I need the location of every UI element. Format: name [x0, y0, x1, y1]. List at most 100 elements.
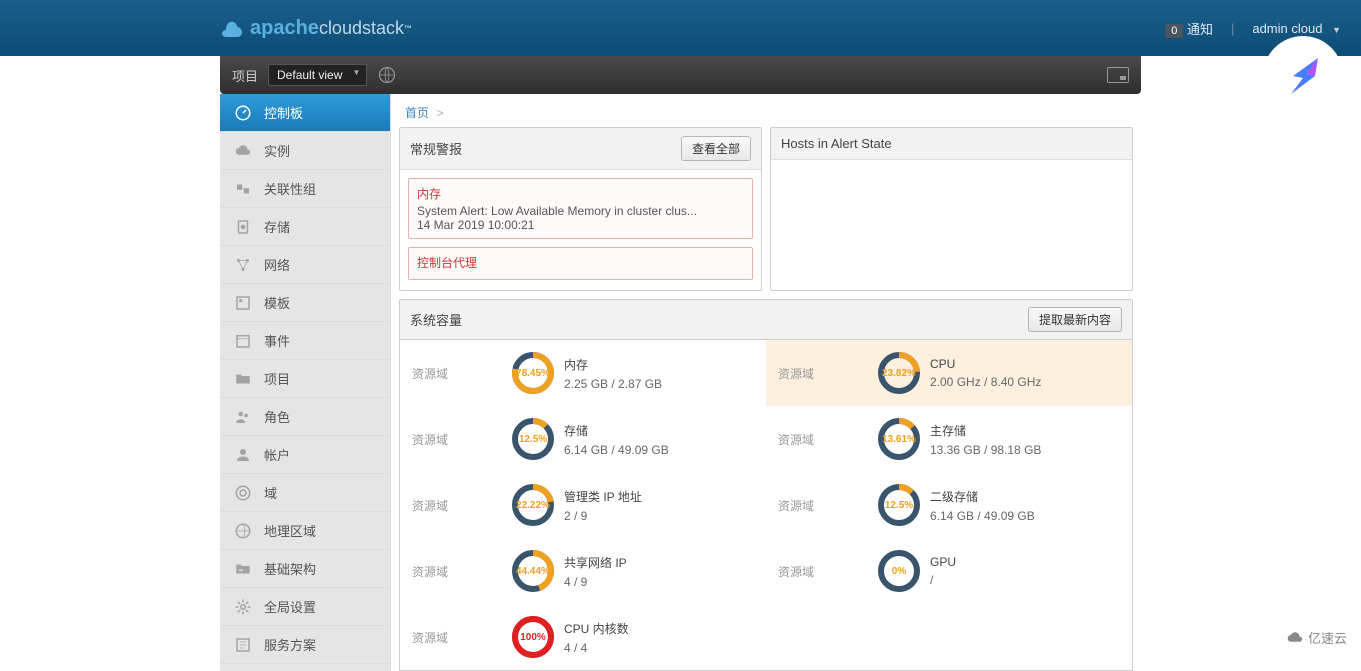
sidebar-item-label: 模板 [264, 293, 290, 312]
capacity-cell[interactable]: 资源域 23.82% CPU 2.00 GHz / 8.40 GHz [766, 340, 1132, 406]
zone-label: 资源域 [412, 497, 502, 514]
capacity-name: 共享网络 IP [564, 554, 627, 571]
capacity-name: 二级存储 [930, 488, 1035, 505]
sidebar-item-globe[interactable]: 地理区域 [220, 512, 390, 550]
capacity-cell[interactable]: 资源域 12.5% 存储 6.14 GB / 49.09 GB [400, 406, 766, 472]
alert-item[interactable]: 控制台代理 [408, 247, 753, 280]
zone-label: 资源域 [412, 431, 502, 448]
refresh-globe-icon[interactable] [377, 65, 397, 85]
notification-label: 通知 [1187, 22, 1213, 37]
donut-pct: 0% [876, 548, 922, 594]
sidebar-item-folder[interactable]: 项目 [220, 360, 390, 398]
donut-chart: 0% [876, 548, 922, 594]
alert-title: 控制台代理 [417, 254, 744, 271]
sidebar-item-server[interactable]: 基础架构 [220, 550, 390, 588]
capacity-name: 存储 [564, 422, 669, 439]
cloud-feather-icon [220, 16, 244, 40]
cloud-icon [234, 142, 252, 160]
capacity-cell[interactable]: 资源域 100% CPU 内核数 4 / 4 [400, 604, 766, 670]
top-panels: 常规警报 查看全部 内存System Alert: Low Available … [391, 127, 1141, 291]
sidebar-item-dashboard[interactable]: 控制板 [220, 94, 390, 132]
notification-button[interactable]: 0 通知 [1165, 19, 1213, 38]
alerts-title: 常规警报 [410, 139, 462, 158]
capacity-value: 13.36 GB / 98.18 GB [930, 443, 1041, 457]
capacity-value: 2.25 GB / 2.87 GB [564, 377, 662, 391]
capacity-cell[interactable]: 资源域 12.5% 二级存储 6.14 GB / 49.09 GB [766, 472, 1132, 538]
donut-chart: 23.82% [876, 350, 922, 396]
offering-icon [234, 636, 252, 654]
sidebar-item-label: 地理区域 [264, 521, 316, 540]
capacity-value: 4 / 9 [564, 575, 627, 589]
capacity-title: 系统容量 [410, 310, 462, 329]
sidebar-item-users[interactable]: 角色 [220, 398, 390, 436]
sidebar-item-group[interactable]: 关联性组 [220, 170, 390, 208]
template-icon [234, 294, 252, 312]
donut-chart: 44.44% [510, 548, 556, 594]
chevron-down-icon: ▼ [1332, 25, 1341, 35]
sidebar-item-disk[interactable]: 存储 [220, 208, 390, 246]
project-select[interactable]: Default view [268, 64, 367, 86]
donut-pct: 78.45% [510, 350, 556, 396]
sidebar-item-label: 域 [264, 483, 277, 502]
donut-pct: 44.44% [510, 548, 556, 594]
hosts-body [771, 160, 1132, 280]
capacity-name: CPU 内核数 [564, 620, 629, 637]
zone-label: 资源域 [412, 629, 502, 646]
fetch-latest-button[interactable]: 提取最新内容 [1028, 307, 1122, 332]
group-icon [234, 180, 252, 198]
capacity-cell[interactable]: 资源域 44.44% 共享网络 IP 4 / 9 [400, 538, 766, 604]
capacity-cell[interactable]: 资源域 22.22% 管理类 IP 地址 2 / 9 [400, 472, 766, 538]
alert-item[interactable]: 内存System Alert: Low Available Memory in … [408, 178, 753, 239]
zone-label: 资源域 [412, 365, 502, 382]
project-bar: 项目 Default view [220, 56, 1141, 94]
sidebar-item-target[interactable]: 域 [220, 474, 390, 512]
zone-label: 资源域 [778, 431, 868, 448]
sidebar-item-gear[interactable]: 全局设置 [220, 588, 390, 626]
capacity-value: 6.14 GB / 49.09 GB [930, 509, 1035, 523]
top-header: apachecloudstack™ 0 通知 | admin cloud ▼ [0, 0, 1361, 56]
donut-chart: 13.61% [876, 416, 922, 462]
sidebar-item-calendar[interactable]: 事件 [220, 322, 390, 360]
sidebar-item-label: 关联性组 [264, 179, 316, 198]
capacity-cell[interactable]: 资源域 13.61% 主存储 13.36 GB / 98.18 GB [766, 406, 1132, 472]
target-icon [234, 484, 252, 502]
capacity-grid: 资源域 78.45% 内存 2.25 GB / 2.87 GB 资源域 23.8… [399, 340, 1133, 671]
divider: | [1231, 21, 1234, 36]
sidebar-item-cloud[interactable]: 实例 [220, 132, 390, 170]
sidebar-item-label: 事件 [264, 331, 290, 350]
alert-list[interactable]: 内存System Alert: Low Available Memory in … [400, 170, 761, 290]
breadcrumb-sep: > [436, 106, 443, 120]
brand-logo: apachecloudstack™ [220, 16, 412, 40]
capacity-cell[interactable]: 资源域 78.45% 内存 2.25 GB / 2.87 GB [400, 340, 766, 406]
capacity-value: 4 / 4 [564, 641, 629, 655]
donut-chart: 12.5% [876, 482, 922, 528]
sidebar-item-user[interactable]: 帐户 [220, 436, 390, 474]
view-all-button[interactable]: 查看全部 [681, 136, 751, 161]
capacity-value: 6.14 GB / 49.09 GB [564, 443, 669, 457]
main-panel: 首页 > 常规警报 查看全部 内存System Alert: Low Avail… [390, 94, 1141, 671]
capacity-name: 内存 [564, 356, 662, 373]
server-icon [234, 560, 252, 578]
breadcrumb-home[interactable]: 首页 [405, 106, 429, 120]
content-area: 控制板实例关联性组存储网络模板事件项目角色帐户域地理区域基础架构全局设置服务方案… [220, 94, 1141, 671]
hosts-panel: Hosts in Alert State [770, 127, 1133, 291]
user-menu[interactable]: admin cloud ▼ [1252, 21, 1341, 36]
project-label: 项目 [232, 66, 258, 85]
alert-msg: System Alert: Low Available Memory in cl… [417, 204, 744, 218]
users-icon [234, 408, 252, 426]
folder-icon [234, 370, 252, 388]
card-icon[interactable] [1107, 67, 1129, 83]
donut-chart: 78.45% [510, 350, 556, 396]
sidebar-item-label: 控制板 [264, 103, 303, 122]
bird-logo-icon [1263, 36, 1343, 116]
zone-label: 资源域 [778, 365, 868, 382]
sidebar-item-template[interactable]: 模板 [220, 284, 390, 322]
sidebar-item-label: 全局设置 [264, 597, 316, 616]
donut-chart: 100% [510, 614, 556, 660]
sidebar-item-label: 角色 [264, 407, 290, 426]
sidebar-item-network[interactable]: 网络 [220, 246, 390, 284]
capacity-cell[interactable]: 资源域 0% GPU / [766, 538, 1132, 604]
disk-icon [234, 218, 252, 236]
sidebar-item-label: 服务方案 [264, 635, 316, 654]
sidebar-item-offering[interactable]: 服务方案 [220, 626, 390, 664]
